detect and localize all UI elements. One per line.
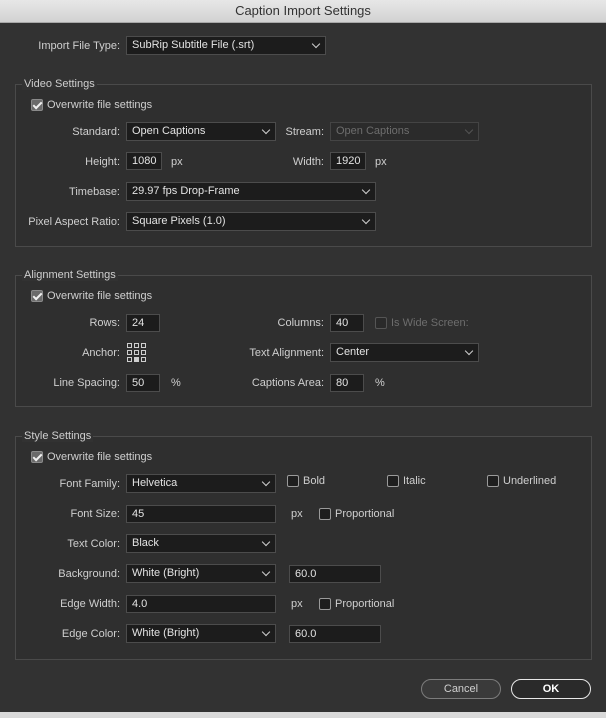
edge-color-select[interactable]: White (Bright)	[126, 624, 276, 643]
background-window-strip	[0, 712, 606, 718]
timebase-value: 29.97 fps Drop-Frame	[132, 185, 240, 197]
text-color-select[interactable]: Black	[126, 534, 276, 553]
rows-label: Rows:	[89, 317, 120, 329]
background-label: Background:	[58, 568, 120, 580]
underlined-checkbox[interactable]	[487, 475, 499, 487]
columns-label: Columns:	[277, 317, 324, 329]
font-family-label: Font Family:	[59, 478, 120, 490]
ok-button[interactable]: OK	[511, 679, 591, 699]
import-file-type-select[interactable]: SubRip Subtitle File (.srt)	[126, 36, 326, 55]
chevron-down-icon	[464, 125, 474, 135]
edge-color-label: Edge Color:	[61, 628, 120, 640]
style-settings-title: Style Settings	[22, 430, 94, 442]
edge-width-label: Edge Width:	[60, 598, 120, 610]
chevron-down-icon	[261, 567, 271, 577]
font-size-unit: px	[291, 508, 303, 520]
chevron-down-icon	[261, 477, 271, 487]
width-unit: px	[375, 156, 387, 168]
alignment-overwrite-label: Overwrite file settings	[47, 290, 153, 302]
font-family-value: Helvetica	[132, 477, 178, 489]
columns-input[interactable]: 40	[330, 314, 364, 332]
captions-area-label: Captions Area:	[251, 377, 324, 389]
style-overwrite-checkbox[interactable]	[31, 451, 43, 463]
chevron-down-icon	[261, 627, 271, 637]
edge-width-proportional-checkbox[interactable]	[319, 598, 331, 610]
width-label: Width:	[292, 156, 324, 168]
anchor-label: Anchor:	[82, 347, 120, 359]
italic-label: Italic	[403, 475, 426, 487]
anchor-grid-icon[interactable]	[127, 343, 146, 362]
font-size-proportional-label: Proportional	[335, 508, 395, 520]
chevron-down-icon	[464, 346, 474, 356]
chevron-down-icon	[311, 39, 321, 49]
stream-value: Open Captions	[336, 125, 410, 137]
text-alignment-label: Text Alignment:	[249, 347, 324, 359]
text-alignment-select[interactable]: Center	[330, 343, 479, 362]
import-file-type-label: Import File Type:	[38, 40, 120, 52]
chevron-down-icon	[361, 185, 371, 195]
alignment-settings-title: Alignment Settings	[22, 269, 118, 281]
height-label: Height:	[85, 156, 120, 168]
line-spacing-input[interactable]: 50	[126, 374, 160, 392]
height-unit: px	[171, 156, 183, 168]
import-file-type-value: SubRip Subtitle File (.srt)	[132, 39, 255, 51]
window-title: Caption Import Settings	[0, 0, 606, 23]
style-overwrite-label: Overwrite file settings	[47, 451, 153, 463]
italic-checkbox[interactable]	[387, 475, 399, 487]
edge-width-input[interactable]: 4.0	[126, 595, 276, 613]
stream-label: Stream:	[285, 126, 324, 138]
timebase-label: Timebase:	[69, 186, 120, 198]
bold-checkbox[interactable]	[287, 475, 299, 487]
alignment-overwrite-checkbox[interactable]	[31, 290, 43, 302]
edge-color-value: White (Bright)	[132, 627, 200, 639]
chevron-down-icon	[261, 537, 271, 547]
background-opacity-input[interactable]: 60.0	[289, 565, 381, 583]
edge-width-proportional-label: Proportional	[335, 598, 395, 610]
bold-label: Bold	[303, 475, 326, 487]
line-spacing-unit: %	[171, 377, 181, 389]
width-input[interactable]: 1920	[330, 152, 366, 170]
timebase-select[interactable]: 29.97 fps Drop-Frame	[126, 182, 376, 201]
standard-value: Open Captions	[132, 125, 206, 137]
pixel-aspect-ratio-label: Pixel Aspect Ratio:	[28, 216, 120, 228]
captions-area-unit: %	[375, 377, 385, 389]
cancel-button[interactable]: Cancel	[421, 679, 501, 699]
chevron-down-icon	[361, 215, 371, 225]
standard-label: Standard:	[72, 126, 120, 138]
rows-input[interactable]: 24	[126, 314, 160, 332]
is-wide-screen-label: Is Wide Screen:	[391, 317, 469, 329]
stream-select: Open Captions	[330, 122, 479, 141]
pixel-aspect-ratio-value: Square Pixels (1.0)	[132, 215, 226, 227]
text-color-value: Black	[132, 537, 159, 549]
text-alignment-value: Center	[336, 346, 370, 358]
font-size-input[interactable]: 45	[126, 505, 276, 523]
height-input[interactable]: 1080	[126, 152, 162, 170]
background-select[interactable]: White (Bright)	[126, 564, 276, 583]
edge-width-unit: px	[291, 598, 303, 610]
captions-area-input[interactable]: 80	[330, 374, 364, 392]
line-spacing-label: Line Spacing:	[53, 377, 120, 389]
text-color-label: Text Color:	[67, 538, 120, 550]
underlined-label: Underlined	[503, 475, 557, 487]
font-family-select[interactable]: Helvetica	[126, 474, 276, 493]
font-size-proportional-checkbox[interactable]	[319, 508, 331, 520]
pixel-aspect-ratio-select[interactable]: Square Pixels (1.0)	[126, 212, 376, 231]
video-settings-title: Video Settings	[22, 78, 97, 90]
font-size-label: Font Size:	[70, 508, 120, 520]
is-wide-screen-checkbox	[375, 317, 387, 329]
edge-color-opacity-input[interactable]: 60.0	[289, 625, 381, 643]
video-overwrite-checkbox[interactable]	[31, 99, 43, 111]
background-value: White (Bright)	[132, 567, 200, 579]
video-overwrite-label: Overwrite file settings	[47, 99, 153, 111]
